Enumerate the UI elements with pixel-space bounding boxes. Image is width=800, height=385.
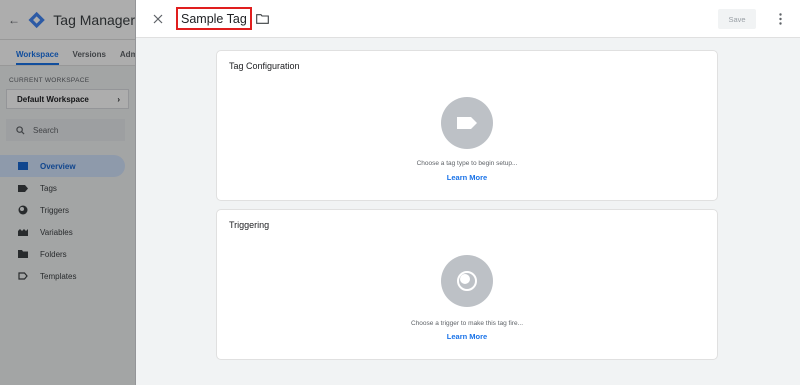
more-options-button[interactable] — [776, 10, 784, 28]
editor-header: Sample Tag Save — [136, 0, 800, 38]
tag-configuration-hint: Choose a tag type to begin setup... — [416, 160, 518, 167]
folder-button[interactable] — [255, 12, 272, 26]
tag-name-field[interactable]: Sample Tag — [176, 7, 252, 30]
triggering-learn-more: Learn More — [217, 332, 717, 341]
tag-type-placeholder[interactable] — [441, 97, 493, 149]
more-vert-icon — [778, 13, 782, 25]
triggering-card[interactable]: Triggering Choose a trigger to make this… — [216, 209, 718, 360]
close-icon — [153, 14, 163, 23]
tag-configuration-learn-more: Learn More — [217, 173, 717, 182]
tag-configuration-card[interactable]: Tag Configuration Choose a tag type to b… — [216, 50, 718, 201]
modal-scrim[interactable] — [0, 0, 136, 385]
tag-name-text: Sample Tag — [181, 11, 247, 26]
tag-icon — [457, 117, 477, 129]
learn-more-link[interactable]: Learn More — [447, 173, 487, 182]
tag-configuration-title: Tag Configuration — [229, 61, 300, 71]
tag-editor-panel: Sample Tag Save Tag Configuration Choose… — [136, 0, 800, 385]
folder-outline-icon — [255, 13, 269, 24]
close-button[interactable] — [150, 11, 166, 27]
save-button[interactable]: Save — [718, 9, 756, 29]
learn-more-link[interactable]: Learn More — [447, 332, 487, 341]
trigger-placeholder[interactable] — [441, 255, 493, 307]
trigger-icon — [457, 271, 477, 291]
triggering-title: Triggering — [229, 220, 270, 230]
triggering-hint: Choose a trigger to make this tag fire..… — [411, 320, 523, 327]
